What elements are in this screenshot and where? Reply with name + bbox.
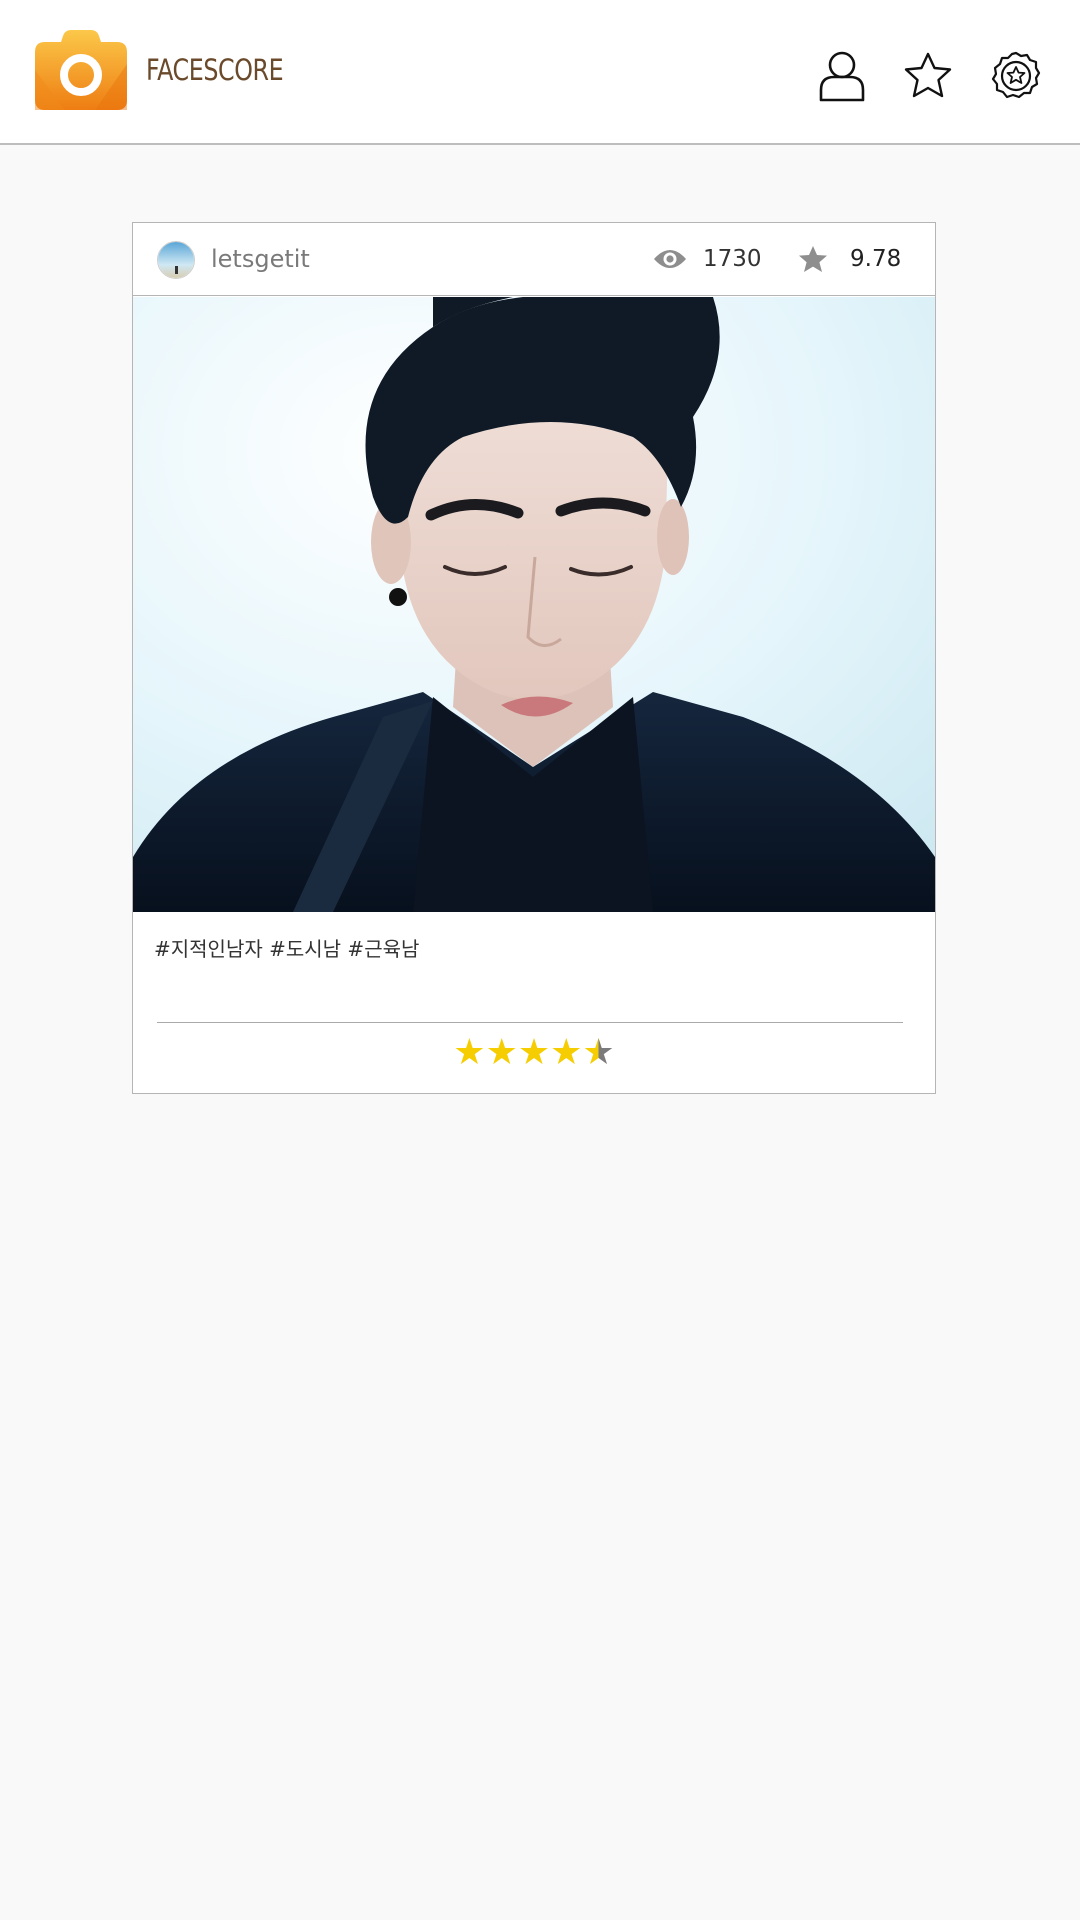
post-card: letsgetit 1730 9.78 #지적인남자 #도시남 #근육남 ★★★… xyxy=(132,222,936,1094)
rating-star-5[interactable]: ★ xyxy=(582,1035,614,1071)
score-value: 9.78 xyxy=(850,246,902,272)
username[interactable]: letsgetit xyxy=(211,245,310,273)
favorites-button[interactable] xyxy=(900,48,956,104)
rating-star-3[interactable]: ★ xyxy=(518,1035,550,1071)
profile-button[interactable] xyxy=(814,48,870,104)
app-header: FACESCORE xyxy=(0,0,1080,145)
app-title: FACESCORE xyxy=(146,53,284,87)
star-outline-icon xyxy=(904,52,952,98)
rating-stars[interactable]: ★★★★★ xyxy=(133,1035,935,1071)
rating-star-1[interactable]: ★ xyxy=(453,1035,485,1071)
camera-logo-icon xyxy=(35,30,127,110)
badge-icon xyxy=(991,51,1041,99)
views-count: 1730 xyxy=(703,246,762,272)
divider xyxy=(157,1022,903,1023)
post-photo[interactable] xyxy=(133,297,935,912)
rating-star-2[interactable]: ★ xyxy=(486,1035,518,1071)
hashtags: #지적인남자 #도시남 #근육남 xyxy=(154,937,420,961)
eye-icon xyxy=(653,247,687,275)
avatar[interactable] xyxy=(157,241,195,279)
star-filled-icon xyxy=(798,245,828,277)
post-header: letsgetit 1730 9.78 xyxy=(133,223,935,296)
profile-icon xyxy=(819,51,865,102)
rating-star-4[interactable]: ★ xyxy=(550,1035,582,1071)
badge-button[interactable] xyxy=(988,48,1044,104)
